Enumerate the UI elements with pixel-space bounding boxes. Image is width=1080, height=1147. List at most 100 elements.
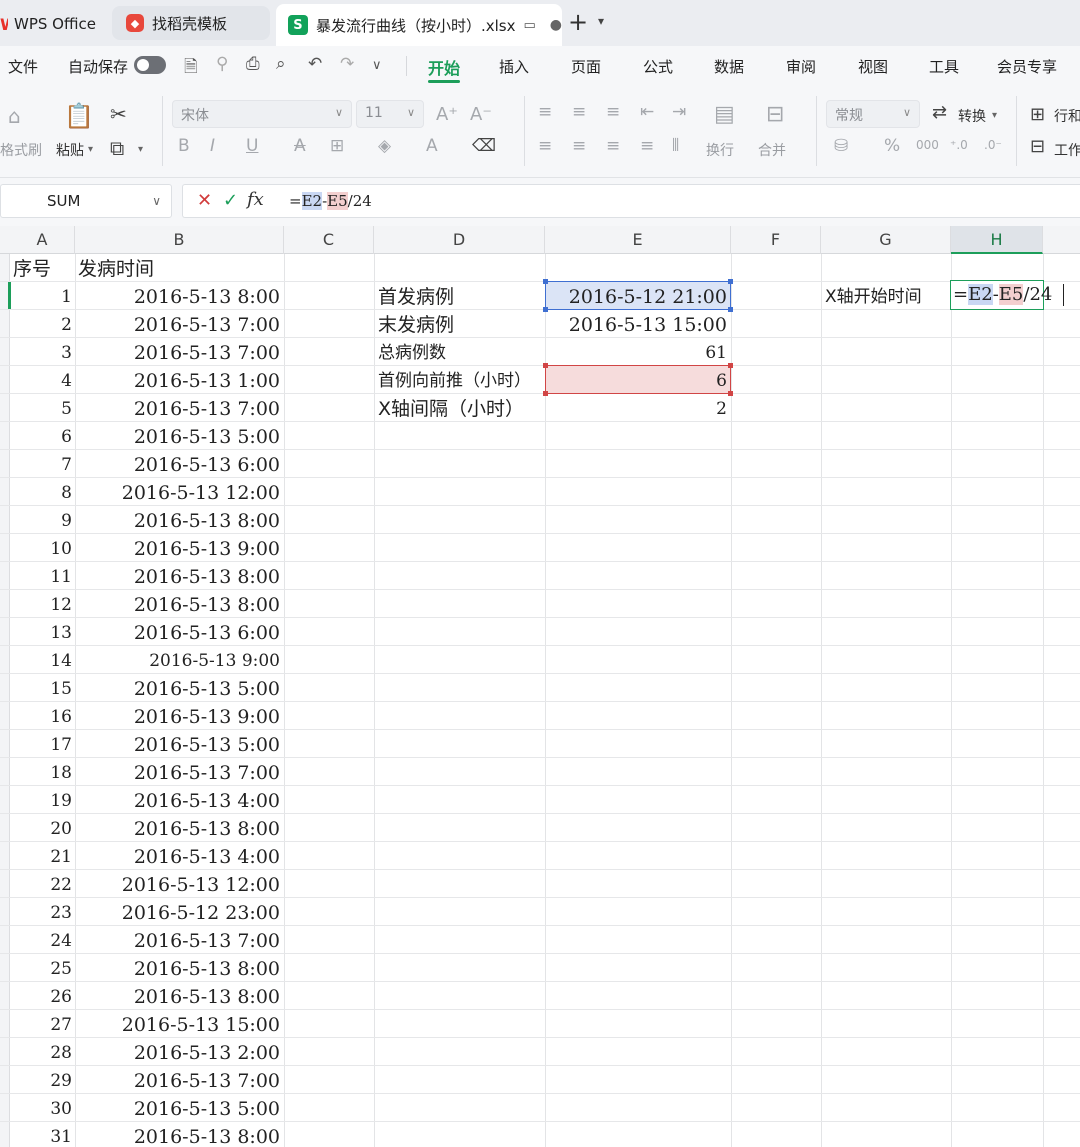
cell-a-seq[interactable]: 15 [10, 674, 72, 702]
font-size-combo[interactable]: 11 ∨ [356, 100, 424, 128]
italic-icon[interactable]: I [210, 136, 215, 156]
format-painter-label[interactable]: 格式刷 [0, 140, 42, 160]
cell-a-seq[interactable]: 25 [10, 954, 72, 982]
merge-cells-icon[interactable]: ⊟ [766, 102, 784, 127]
cell-b-onset-time[interactable]: 2016-5-13 5:00 [75, 674, 280, 702]
cell-a-seq[interactable]: 9 [10, 506, 72, 534]
align-middle-icon[interactable]: ≡ [572, 102, 586, 122]
column-header-f[interactable]: F [731, 226, 821, 254]
formula-input[interactable]: ✕ ✓ fx =E2-E5/24 [182, 184, 1080, 218]
undo-icon[interactable]: ↶ [308, 54, 322, 74]
print-preview-icon[interactable]: ⌕ [276, 54, 286, 74]
underline-icon[interactable]: U [246, 136, 258, 156]
cancel-x-icon[interactable]: ✕ [197, 190, 212, 211]
align-center-icon[interactable]: ≡ [572, 136, 586, 156]
print-icon[interactable]: ⎙ [246, 54, 260, 74]
cell-a-seq[interactable]: 23 [10, 898, 72, 926]
column-header-b[interactable]: B [75, 226, 284, 254]
cell-a-seq[interactable]: 22 [10, 870, 72, 898]
ref-handle[interactable] [728, 391, 733, 396]
column-header-d[interactable]: D [374, 226, 545, 254]
cell-b-onset-time[interactable]: 2016-5-13 8:00 [75, 562, 280, 590]
cell-a-seq[interactable]: 14 [10, 646, 72, 674]
paste-label[interactable]: 粘贴 [56, 140, 84, 160]
cell-b-onset-time[interactable]: 2016-5-13 5:00 [75, 422, 280, 450]
align-top-icon[interactable]: ≡ [538, 102, 552, 122]
cell-b-onset-time[interactable]: 2016-5-12 23:00 [75, 898, 280, 926]
font-name-combo[interactable]: 宋体 ∨ [172, 100, 352, 128]
cell-b1[interactable]: 发病时间 [78, 254, 154, 282]
cell-b-onset-time[interactable]: 2016-5-13 5:00 [75, 1094, 280, 1122]
cell-b-onset-time[interactable]: 2016-5-13 7:00 [75, 926, 280, 954]
cell-b-onset-time[interactable]: 2016-5-13 9:00 [75, 702, 280, 730]
cell-e3[interactable]: 2016-5-13 15:00 [545, 310, 727, 338]
rows-columns-label[interactable]: 行和 [1054, 106, 1080, 126]
cell-d4[interactable]: 总病例数 [378, 338, 446, 366]
cell-e6[interactable]: 2 [545, 394, 727, 422]
cell-b-onset-time[interactable]: 2016-5-13 7:00 [75, 758, 280, 786]
cell-b-onset-time[interactable]: 2016-5-13 15:00 [75, 1010, 280, 1038]
cell-a-seq[interactable]: 2 [10, 310, 72, 338]
menu-review[interactable]: 审阅 [786, 56, 816, 77]
worksheet-grid[interactable]: A B C D E F G H 序号 发病时间 1 2016-5-13 8:00 2… [0, 226, 1080, 1147]
cell-a-seq[interactable]: 8 [10, 478, 72, 506]
thousands-icon[interactable]: 000 [916, 138, 939, 152]
cell-a-seq[interactable]: 5 [10, 394, 72, 422]
cell-b-onset-time[interactable]: 2016-5-13 9:00 [75, 534, 280, 562]
cell-a-seq[interactable]: 6 [10, 422, 72, 450]
cell-b-onset-time[interactable]: 2016-5-13 4:00 [75, 842, 280, 870]
tab-spreadsheet[interactable]: S 暴发流行曲线（按小时）.xlsx ▭ ● [276, 4, 562, 46]
indent-increase-icon[interactable]: ⇥ [672, 102, 686, 122]
cell-b-onset-time[interactable]: 2016-5-13 2:00 [75, 1038, 280, 1066]
paste-icon[interactable]: 📋 [64, 102, 94, 130]
cell-a-seq[interactable]: 28 [10, 1038, 72, 1066]
cell-a-seq[interactable]: 18 [10, 758, 72, 786]
cell-b-onset-time[interactable]: 2016-5-13 8:00 [75, 506, 280, 534]
cell-g2[interactable]: X轴开始时间 [825, 282, 922, 310]
ref-handle[interactable] [728, 363, 733, 368]
cell-d3[interactable]: 末发病例 [378, 310, 454, 338]
cell-b-onset-time[interactable]: 2016-5-13 8:00 [75, 282, 280, 310]
cut-icon[interactable]: ✂ [110, 102, 127, 126]
decrease-font-icon[interactable]: A⁻ [470, 104, 492, 125]
justify-icon[interactable]: ≡ [640, 136, 654, 156]
column-header-a[interactable]: A [10, 226, 75, 254]
fx-icon[interactable]: fx [247, 189, 264, 210]
cell-b-onset-time[interactable]: 2016-5-13 9:00 [75, 646, 280, 674]
cell-a-seq[interactable]: 24 [10, 926, 72, 954]
fill-color-icon[interactable]: ◈ [378, 136, 391, 156]
cell-a-seq[interactable]: 29 [10, 1066, 72, 1094]
column-header-c[interactable]: C [284, 226, 374, 254]
cell-a-seq[interactable]: 27 [10, 1010, 72, 1038]
number-format-combo[interactable]: 常规 ∨ [826, 100, 920, 128]
worksheet-label[interactable]: 工作 [1054, 140, 1080, 160]
rows-columns-icon[interactable]: ⊞ [1030, 104, 1045, 125]
name-box[interactable]: SUM ∨ [0, 184, 172, 218]
menu-member[interactable]: 会员专享 [997, 56, 1057, 77]
cell-e4[interactable]: 61 [545, 338, 727, 366]
formula-text[interactable]: =E2-E5/24 [289, 192, 372, 210]
menu-file[interactable]: 文件 [8, 56, 38, 77]
currency-icon[interactable]: ⛁ [834, 136, 848, 156]
distribute-icon[interactable]: ⫴ [672, 136, 679, 156]
cell-a-seq[interactable]: 10 [10, 534, 72, 562]
cell-a-seq[interactable]: 26 [10, 982, 72, 1010]
cell-d2[interactable]: 首发病例 [378, 282, 454, 310]
cell-a-seq[interactable]: 7 [10, 450, 72, 478]
cell-b-onset-time[interactable]: 2016-5-13 7:00 [75, 310, 280, 338]
convert-icon[interactable]: ⇄ [932, 102, 947, 123]
bold-icon[interactable]: B [178, 136, 190, 156]
decrease-decimal-icon[interactable]: .0⁻ [984, 138, 1002, 152]
cell-a-seq[interactable]: 11 [10, 562, 72, 590]
cell-b-onset-time[interactable]: 2016-5-13 1:00 [75, 366, 280, 394]
copy-chevron-icon[interactable]: ▾ [138, 144, 143, 155]
cell-a-seq[interactable]: 17 [10, 730, 72, 758]
cell-b-onset-time[interactable]: 2016-5-13 5:00 [75, 730, 280, 758]
paste-chevron-icon[interactable]: ▾ [88, 144, 93, 155]
cell-a-seq[interactable]: 1 [10, 282, 72, 310]
autosave-toggle[interactable] [134, 56, 166, 74]
worksheet-icon[interactable]: ⊟ [1030, 136, 1045, 157]
cell-b-onset-time[interactable]: 2016-5-13 8:00 [75, 1122, 280, 1147]
cell-b-onset-time[interactable]: 2016-5-13 8:00 [75, 954, 280, 982]
unsaved-dot-icon[interactable]: ● [550, 17, 562, 33]
